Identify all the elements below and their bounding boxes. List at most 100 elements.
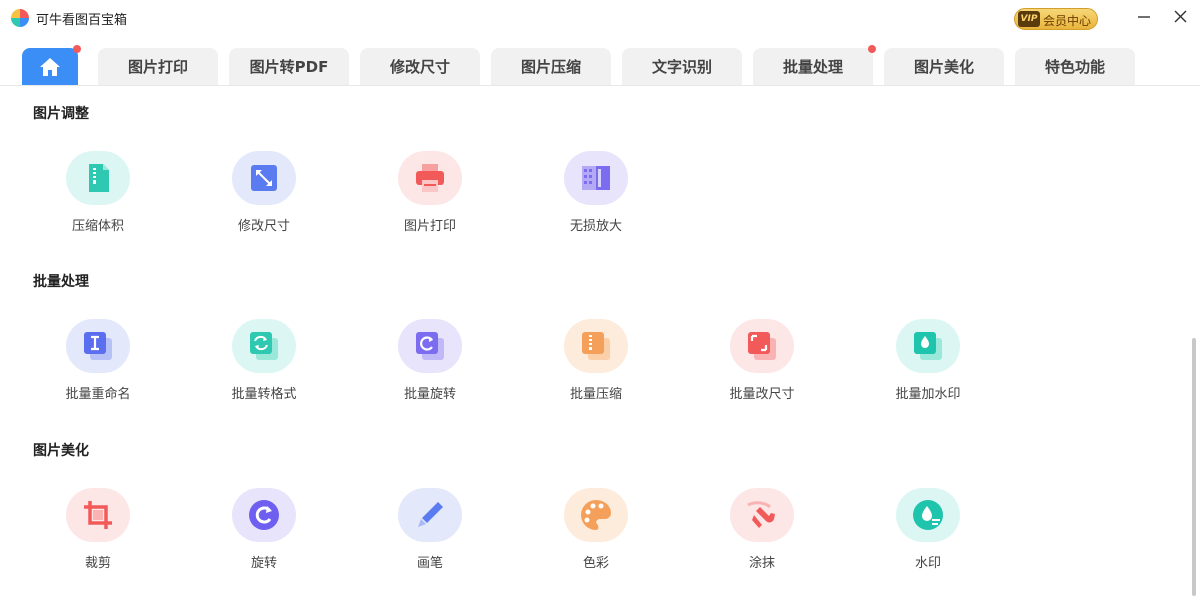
- tool-watermark[interactable]: 水印: [863, 488, 993, 588]
- rename-icon: [84, 332, 112, 360]
- tool-label: 旋转: [250, 556, 277, 571]
- tool-batch-rename[interactable]: 批量重命名: [33, 319, 163, 419]
- smudge-icon: [747, 501, 775, 528]
- tool-icon-bg: [232, 488, 296, 542]
- tool-label: 批量加水印: [895, 387, 961, 402]
- tab-compress[interactable]: 图片压缩: [491, 48, 611, 86]
- tool-label: 无损放大: [569, 219, 622, 234]
- minimize-icon: [1138, 16, 1150, 18]
- minimize-button[interactable]: [1131, 6, 1157, 28]
- tool-label: 批量改尺寸: [729, 387, 795, 402]
- tool-label: 图片打印: [403, 219, 456, 234]
- title-bar: 可牛看图百宝箱 VIP 会员中心: [0, 0, 1200, 36]
- tool-batch-convert[interactable]: 批量转格式: [199, 319, 329, 419]
- tool-icon-bg: [66, 319, 130, 373]
- vip-center-label: 会员中心: [1043, 14, 1092, 28]
- zip-file-icon: [89, 164, 109, 192]
- tab-label: 文字识别: [651, 58, 712, 76]
- tool-icon-bg: [896, 319, 960, 373]
- close-button[interactable]: [1167, 6, 1193, 28]
- batch-resize-icon: [748, 332, 776, 360]
- tab-label: 图片转PDF: [249, 58, 329, 76]
- tool-print[interactable]: 图片打印: [365, 151, 495, 251]
- tab-label: 图片压缩: [520, 58, 581, 76]
- tab-resize[interactable]: 修改尺寸: [360, 48, 480, 86]
- palette-icon: [581, 500, 611, 530]
- tab-divider: [0, 85, 1200, 86]
- rotate-icon: [249, 500, 279, 530]
- pinwheel-logo: [11, 9, 29, 27]
- batch-compress-icon: [582, 332, 610, 360]
- tool-label: 批量旋转: [403, 387, 456, 402]
- close-icon: [1174, 10, 1187, 23]
- tool-label: 画笔: [416, 556, 443, 571]
- tool-enlarge[interactable]: 无损放大: [531, 151, 661, 251]
- notification-dot: [868, 45, 876, 53]
- tab-special[interactable]: 特色功能: [1015, 48, 1135, 86]
- tool-icon-bg: [564, 151, 628, 205]
- tool-label: 压缩体积: [71, 219, 124, 234]
- vip-center-button[interactable]: VIP 会员中心: [1014, 8, 1098, 30]
- tool-label: 批量转格式: [231, 387, 297, 402]
- tab-bar: 图片打印 图片转PDF 修改尺寸 图片压缩 文字识别 批量处理 图片美化 特色功…: [0, 45, 1200, 86]
- app-title: 可牛看图百宝箱: [36, 13, 128, 28]
- printer-icon: [416, 164, 444, 192]
- tool-batch-compress[interactable]: 批量压缩: [531, 319, 661, 419]
- tool-label: 水印: [914, 556, 941, 571]
- home-icon: [40, 58, 60, 76]
- tab-label: 特色功能: [1044, 58, 1105, 76]
- tool-compress-size[interactable]: 压缩体积: [33, 151, 163, 251]
- tool-icon-bg: [564, 319, 628, 373]
- tab-to-pdf[interactable]: 图片转PDF: [229, 48, 349, 86]
- batch-watermark-icon: [914, 332, 942, 360]
- crop-icon: [84, 501, 112, 529]
- tool-label: 批量压缩: [569, 387, 622, 402]
- tool-icon-bg: [66, 151, 130, 205]
- tool-icon-bg: [564, 488, 628, 542]
- tool-batch-resize[interactable]: 批量改尺寸: [697, 319, 827, 419]
- tool-icon-bg: [398, 151, 462, 205]
- tab-label: 图片打印: [127, 58, 188, 76]
- resize-icon: [251, 165, 277, 191]
- tool-smudge[interactable]: 涂抹: [697, 488, 827, 588]
- enlarge-icon: [582, 166, 610, 190]
- tab-beautify[interactable]: 图片美化: [884, 48, 1004, 86]
- tab-label: 图片美化: [913, 58, 974, 76]
- tab-batch[interactable]: 批量处理: [753, 45, 876, 86]
- tool-icon-bg: [896, 488, 960, 542]
- watermark-icon: [913, 500, 943, 530]
- tool-label: 裁剪: [84, 556, 111, 571]
- tool-icon-bg: [398, 488, 462, 542]
- tab-print[interactable]: 图片打印: [98, 48, 218, 86]
- tab-ocr[interactable]: 文字识别: [622, 48, 742, 86]
- section-title-batch: 批量处理: [33, 274, 89, 290]
- tool-resize[interactable]: 修改尺寸: [199, 151, 329, 251]
- tool-color[interactable]: 色彩: [531, 488, 661, 588]
- tool-label: 涂抹: [748, 556, 775, 571]
- scrollbar-thumb[interactable]: [1192, 338, 1196, 596]
- tool-batch-rotate[interactable]: 批量旋转: [365, 319, 495, 419]
- tool-icon-bg: [66, 488, 130, 542]
- tool-batch-watermark[interactable]: 批量加水印: [863, 319, 993, 419]
- tab-label: 批量处理: [782, 58, 843, 76]
- section-title-adjust: 图片调整: [33, 106, 89, 122]
- brush-icon: [418, 502, 443, 527]
- batch-rotate-icon: [416, 332, 444, 360]
- tool-label: 色彩: [582, 556, 609, 571]
- tool-icon-bg: [730, 319, 794, 373]
- tool-label: 批量重命名: [65, 387, 131, 402]
- tab-label: 修改尺寸: [389, 58, 450, 76]
- tool-crop[interactable]: 裁剪: [33, 488, 163, 588]
- notification-dot: [73, 45, 81, 53]
- tab-home[interactable]: [22, 45, 81, 86]
- tool-label: 修改尺寸: [237, 219, 290, 234]
- tool-brush[interactable]: 画笔: [365, 488, 495, 588]
- tool-icon-bg: [232, 151, 296, 205]
- section-title-beautify: 图片美化: [33, 443, 89, 459]
- tool-icon-bg: [232, 319, 296, 373]
- tool-rotate[interactable]: 旋转: [199, 488, 329, 588]
- vip-badge: VIP: [1018, 11, 1040, 27]
- tool-icon-bg: [730, 488, 794, 542]
- convert-icon: [250, 332, 278, 360]
- tool-icon-bg: [398, 319, 462, 373]
